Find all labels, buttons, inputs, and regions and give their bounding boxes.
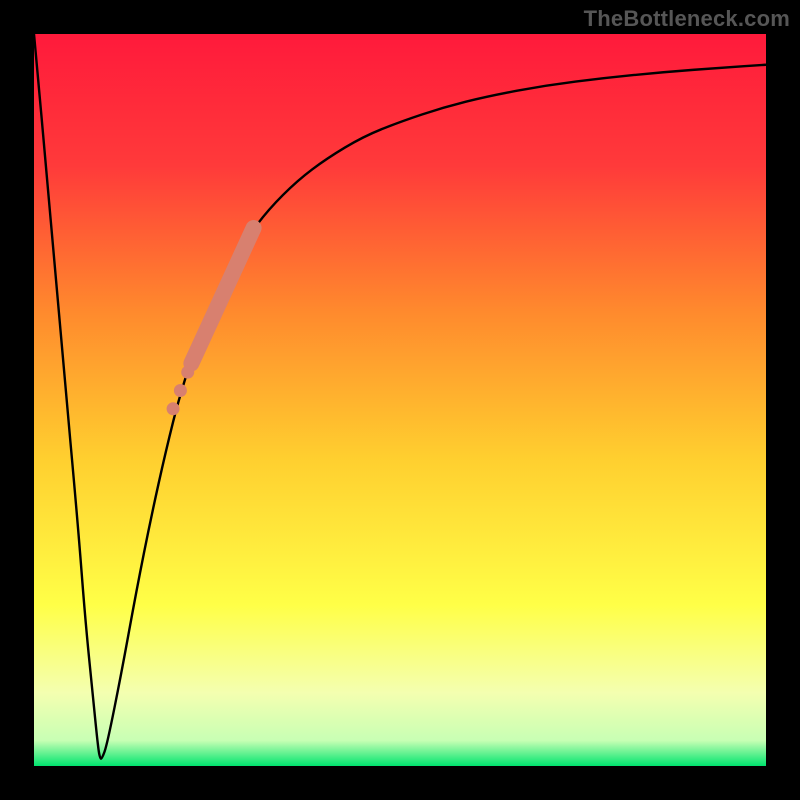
plot-area bbox=[34, 34, 766, 766]
plot-svg bbox=[34, 34, 766, 766]
chart-frame: TheBottleneck.com bbox=[0, 0, 800, 800]
gradient-background bbox=[34, 34, 766, 766]
highlight-dot bbox=[167, 402, 180, 415]
highlight-dot bbox=[174, 384, 187, 397]
highlight-dot bbox=[181, 366, 194, 379]
watermark-text: TheBottleneck.com bbox=[584, 6, 790, 32]
